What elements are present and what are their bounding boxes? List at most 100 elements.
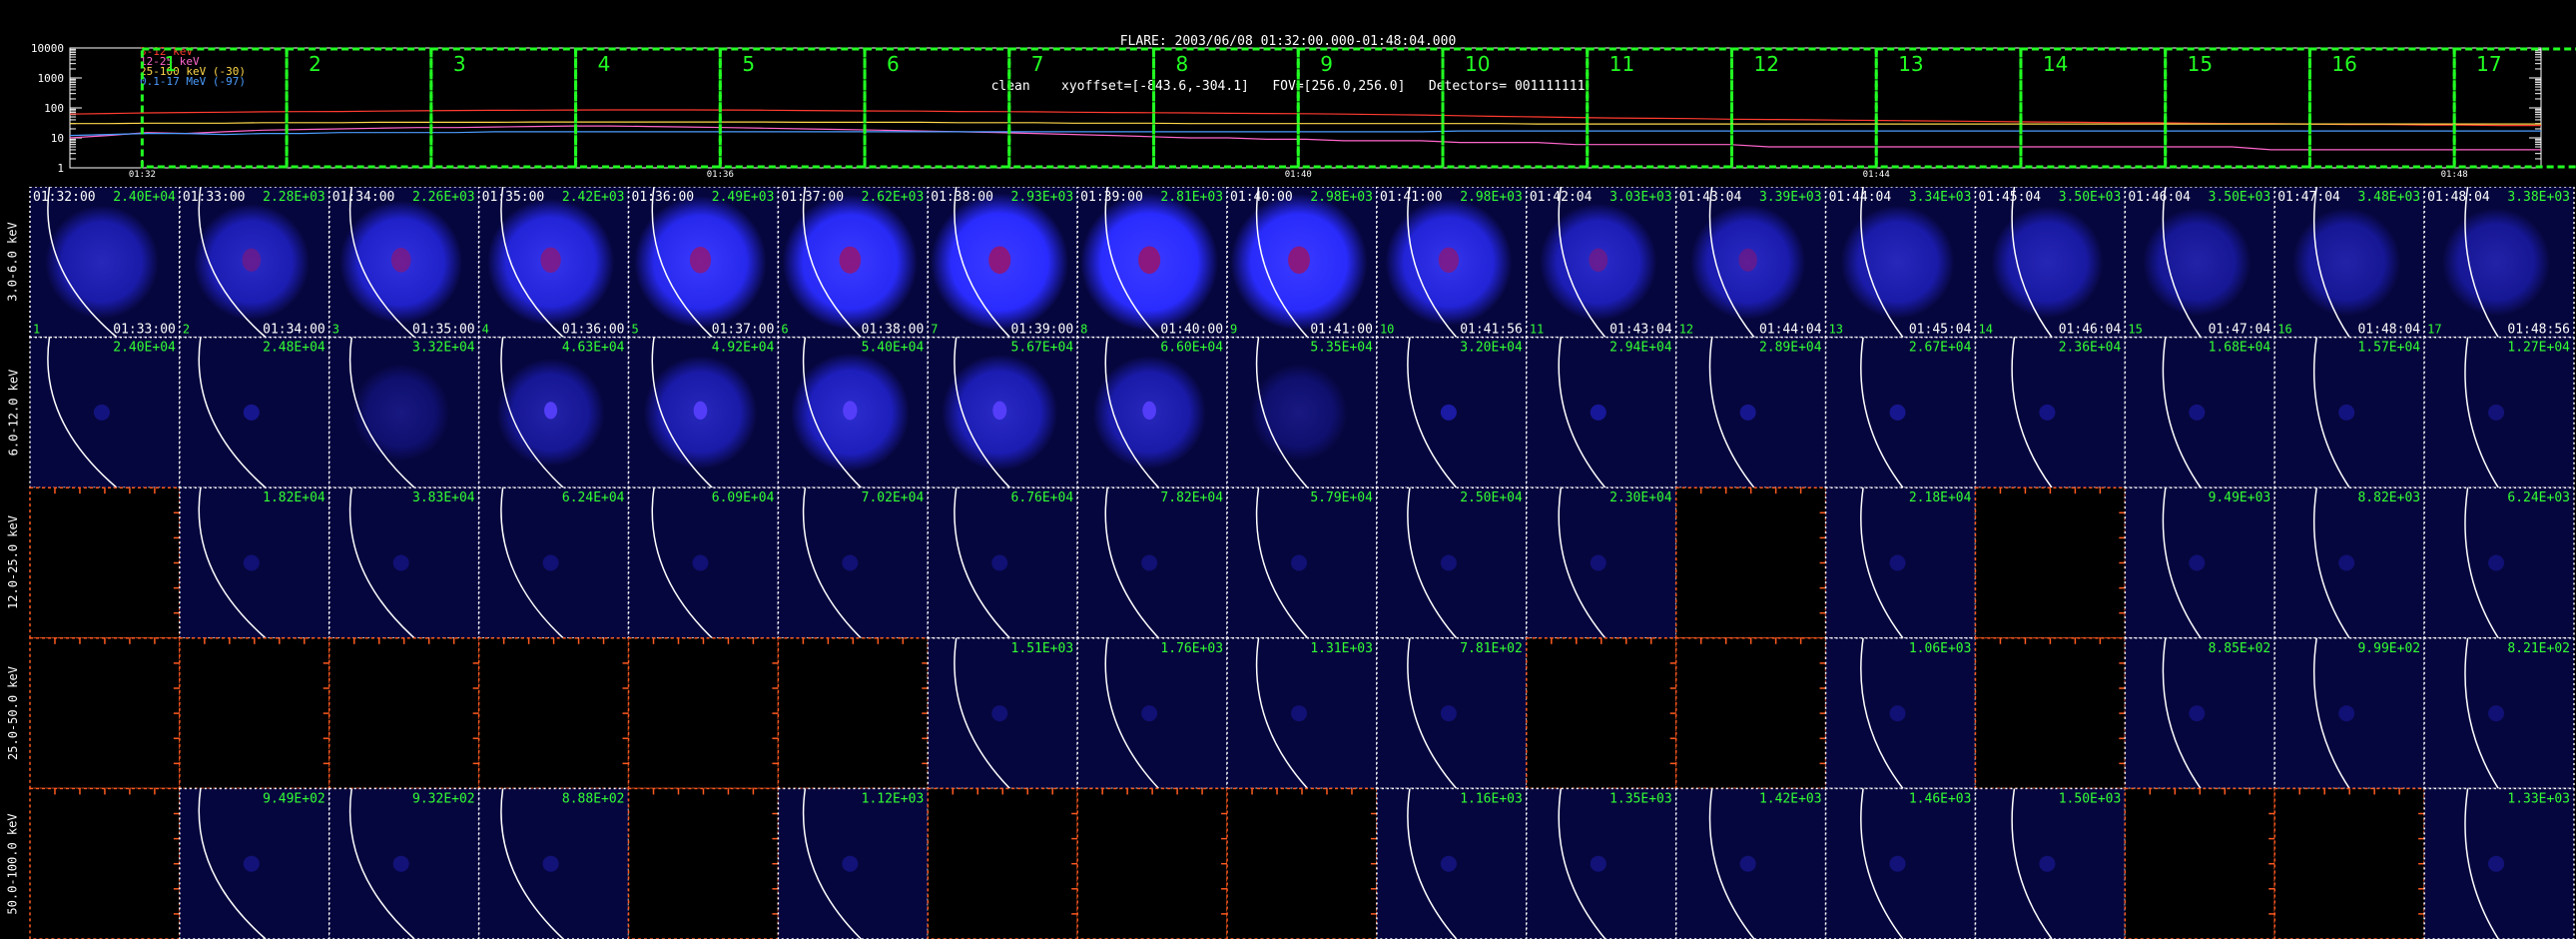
peak-value: 1.16E+03 <box>1460 791 1523 806</box>
start-time: 01:40:00 <box>1230 190 1293 205</box>
faint-source <box>2189 404 2206 421</box>
image-panel: 3.48E+03 01:47:04 01:48:04 16 <box>2273 187 2425 339</box>
peak-value: 6.09E+04 <box>712 490 775 505</box>
image-panel: 9.99E+02 <box>2273 637 2425 790</box>
end-time: 01:40:00 <box>1160 323 1223 338</box>
interval-index: 12 <box>1679 323 1693 337</box>
image-panel: 6.60E+04 <box>1076 336 1228 488</box>
peak-value: 2.36E+04 <box>2059 341 2122 356</box>
interval-number: 15 <box>2188 52 2213 76</box>
image-panel: 2.62E+03 01:37:00 01:38:00 6 <box>777 187 930 339</box>
empty-panel <box>29 486 181 639</box>
source-disk <box>2292 208 2401 317</box>
band-label-text: 12.0-25.0 keV <box>6 515 21 610</box>
image-panel: 1.33E+03 <box>2423 787 2575 939</box>
peak-value: 6.24E+03 <box>2507 490 2570 505</box>
end-time: 01:34:00 <box>263 323 325 338</box>
image-panel: 2.89E+04 <box>1674 336 1827 488</box>
interval-number: 12 <box>1753 52 1778 76</box>
end-time: 01:41:00 <box>1310 323 1373 338</box>
image-panel: 5.67E+04 <box>927 336 1078 488</box>
image-panel <box>29 787 181 939</box>
faint-source <box>2488 404 2505 421</box>
image-panel: 6.24E+03 <box>2423 486 2575 639</box>
image-panel <box>1526 637 1677 790</box>
band-label: 6.0-12.0 keV <box>0 338 26 488</box>
start-time: 01:45:04 <box>1978 190 2041 205</box>
interval-index: 4 <box>482 323 489 337</box>
faint-source <box>1889 705 1906 722</box>
image-panel: 2.30E+04 <box>1526 486 1677 639</box>
faint-source <box>991 705 1008 722</box>
x-tick-label: 01:40 <box>1285 170 1312 178</box>
interval-index: 2 <box>183 323 190 337</box>
interval-index: 1 <box>33 323 40 337</box>
start-time: 01:33:00 <box>183 190 246 205</box>
image-panel: 8.88E+02 <box>477 787 630 939</box>
legend-entry: 0.1-17 MeV (-97) <box>140 75 246 88</box>
interval-number: 16 <box>2331 52 2356 76</box>
interval-index: 7 <box>931 323 938 337</box>
end-time: 01:33:00 <box>113 323 176 338</box>
empty-panel <box>2124 787 2275 939</box>
empty-panel <box>627 787 780 939</box>
interval-number: 3 <box>453 52 466 76</box>
image-panel <box>328 637 480 790</box>
peak-value: 7.02E+04 <box>862 490 925 505</box>
interval-index: 5 <box>632 323 639 337</box>
end-time: 01:36:00 <box>562 323 625 338</box>
source-core <box>1589 248 1609 273</box>
band-label-text: 25.0-50.0 keV <box>6 666 21 761</box>
source-core <box>1138 246 1161 275</box>
image-panel <box>29 637 181 790</box>
interval-number: 4 <box>598 52 611 76</box>
start-time: 01:39:00 <box>1080 190 1143 205</box>
image-panel: 1.50E+03 <box>1974 787 2127 939</box>
faint-source <box>243 404 260 421</box>
source-disk <box>2143 208 2252 317</box>
peak-value: 1.35E+03 <box>1610 791 1672 806</box>
peak-value: 1.31E+03 <box>1310 641 1373 656</box>
x-tick-label: 01:44 <box>1863 170 1890 178</box>
image-panel <box>927 787 1078 939</box>
peak-value: 2.42E+03 <box>562 190 625 205</box>
source-core <box>843 401 858 421</box>
band-label: 25.0-50.0 keV <box>0 638 26 789</box>
end-time: 01:41:56 <box>1460 323 1523 338</box>
peak-value: 1.46E+03 <box>1909 791 1972 806</box>
image-panel: 3.39E+03 01:43:04 01:44:04 12 <box>1674 187 1827 339</box>
image-panel: 8.85E+02 <box>2124 637 2275 790</box>
empty-panel <box>477 637 630 790</box>
interval-number: 6 <box>887 52 900 76</box>
image-panel <box>29 486 181 639</box>
image-panel: 2.26E+03 01:34:00 01:35:00 3 <box>328 187 480 339</box>
image-panel <box>1674 486 1827 639</box>
interval-index: 9 <box>1230 323 1237 337</box>
source-core <box>544 402 558 420</box>
peak-value: 5.40E+04 <box>862 341 925 356</box>
faint-source <box>2488 554 2505 571</box>
peak-value: 3.20E+04 <box>1460 341 1523 356</box>
peak-value: 2.48E+04 <box>263 341 325 356</box>
peak-value: 5.79E+04 <box>1310 490 1373 505</box>
empty-panel <box>2273 787 2425 939</box>
image-panel: 7.02E+04 <box>777 486 930 639</box>
peak-value: 1.57E+04 <box>2357 341 2420 356</box>
faint-source <box>243 855 260 872</box>
interval-number: 5 <box>742 52 755 76</box>
image-panel: 2.48E+04 <box>179 336 330 488</box>
peak-value: 1.33E+03 <box>2507 791 2570 806</box>
image-panel: 4.92E+04 <box>627 336 780 488</box>
peak-value: 1.68E+04 <box>2209 341 2271 356</box>
faint-source <box>1291 554 1308 571</box>
peak-value: 2.40E+04 <box>113 190 176 205</box>
y-tick-label: 100 <box>44 102 64 115</box>
y-tick-label: 1 <box>57 162 64 175</box>
y-tick-label: 10000 <box>31 42 64 55</box>
image-panel: 3.50E+03 01:45:04 01:46:04 14 <box>1974 187 2127 339</box>
interval-number: 2 <box>309 52 322 76</box>
source-disk <box>1840 205 1955 320</box>
image-panel <box>179 637 330 790</box>
x-tick-label: 01:36 <box>707 170 734 178</box>
image-panel: 5.35E+04 <box>1226 336 1378 488</box>
